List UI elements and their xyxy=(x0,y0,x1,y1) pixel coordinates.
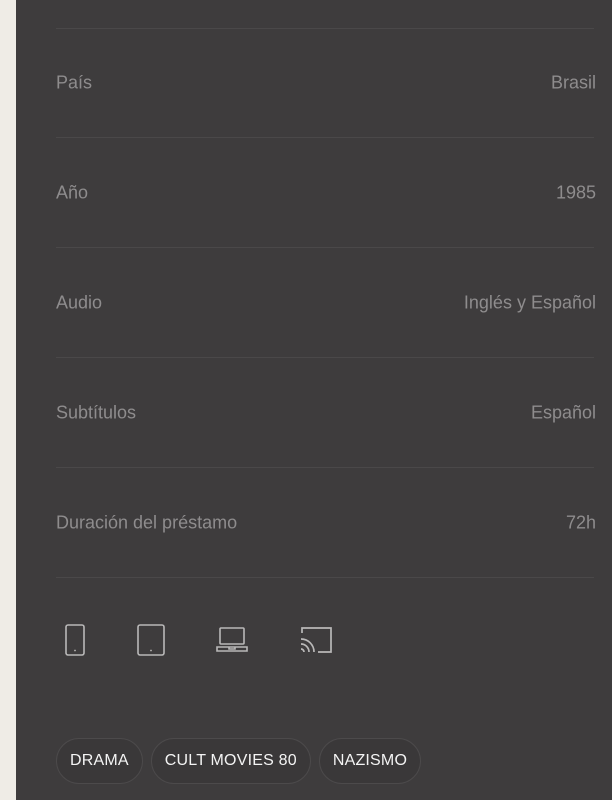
detail-row-subtitles: Subtítulos Español xyxy=(56,358,596,468)
laptop-icon xyxy=(216,626,248,654)
detail-label-subtitles: Subtítulos xyxy=(56,402,137,422)
detail-label-audio: Audio xyxy=(56,292,103,312)
detail-row-loan-duration: Duración del préstamo 72h xyxy=(56,468,596,578)
detail-value-country: Brasil xyxy=(550,72,596,92)
tag-drama[interactable]: DRAMA xyxy=(56,738,143,784)
genre-tags: DRAMA CULT MOVIES 80 NAZISMO xyxy=(56,738,429,784)
supported-devices xyxy=(64,620,384,660)
detail-row-audio: Audio Inglés y Español xyxy=(56,248,596,358)
tablet-icon xyxy=(136,623,166,657)
smartphone-icon xyxy=(64,623,86,657)
cast-icon xyxy=(298,625,334,655)
detail-row-year: Año 1985 xyxy=(56,138,596,248)
tag-nazismo[interactable]: NAZISMO xyxy=(318,738,422,784)
tag-cult-movies-80[interactable]: CULT MOVIES 80 xyxy=(150,738,311,784)
detail-value-subtitles: Español xyxy=(530,402,596,422)
detail-value-loan-duration: 72h xyxy=(565,512,596,532)
detail-label-loan-duration: Duración del préstamo xyxy=(56,512,238,532)
movie-details-panel: País Brasil Año 1985 Audio Inglés y Espa… xyxy=(16,0,612,800)
detail-label-year: Año xyxy=(56,182,89,202)
detail-label-country: País xyxy=(56,72,93,92)
detail-value-year: 1985 xyxy=(555,182,596,202)
detail-value-audio: Inglés y Español xyxy=(463,292,596,312)
detail-row-country: País Brasil xyxy=(56,28,596,138)
